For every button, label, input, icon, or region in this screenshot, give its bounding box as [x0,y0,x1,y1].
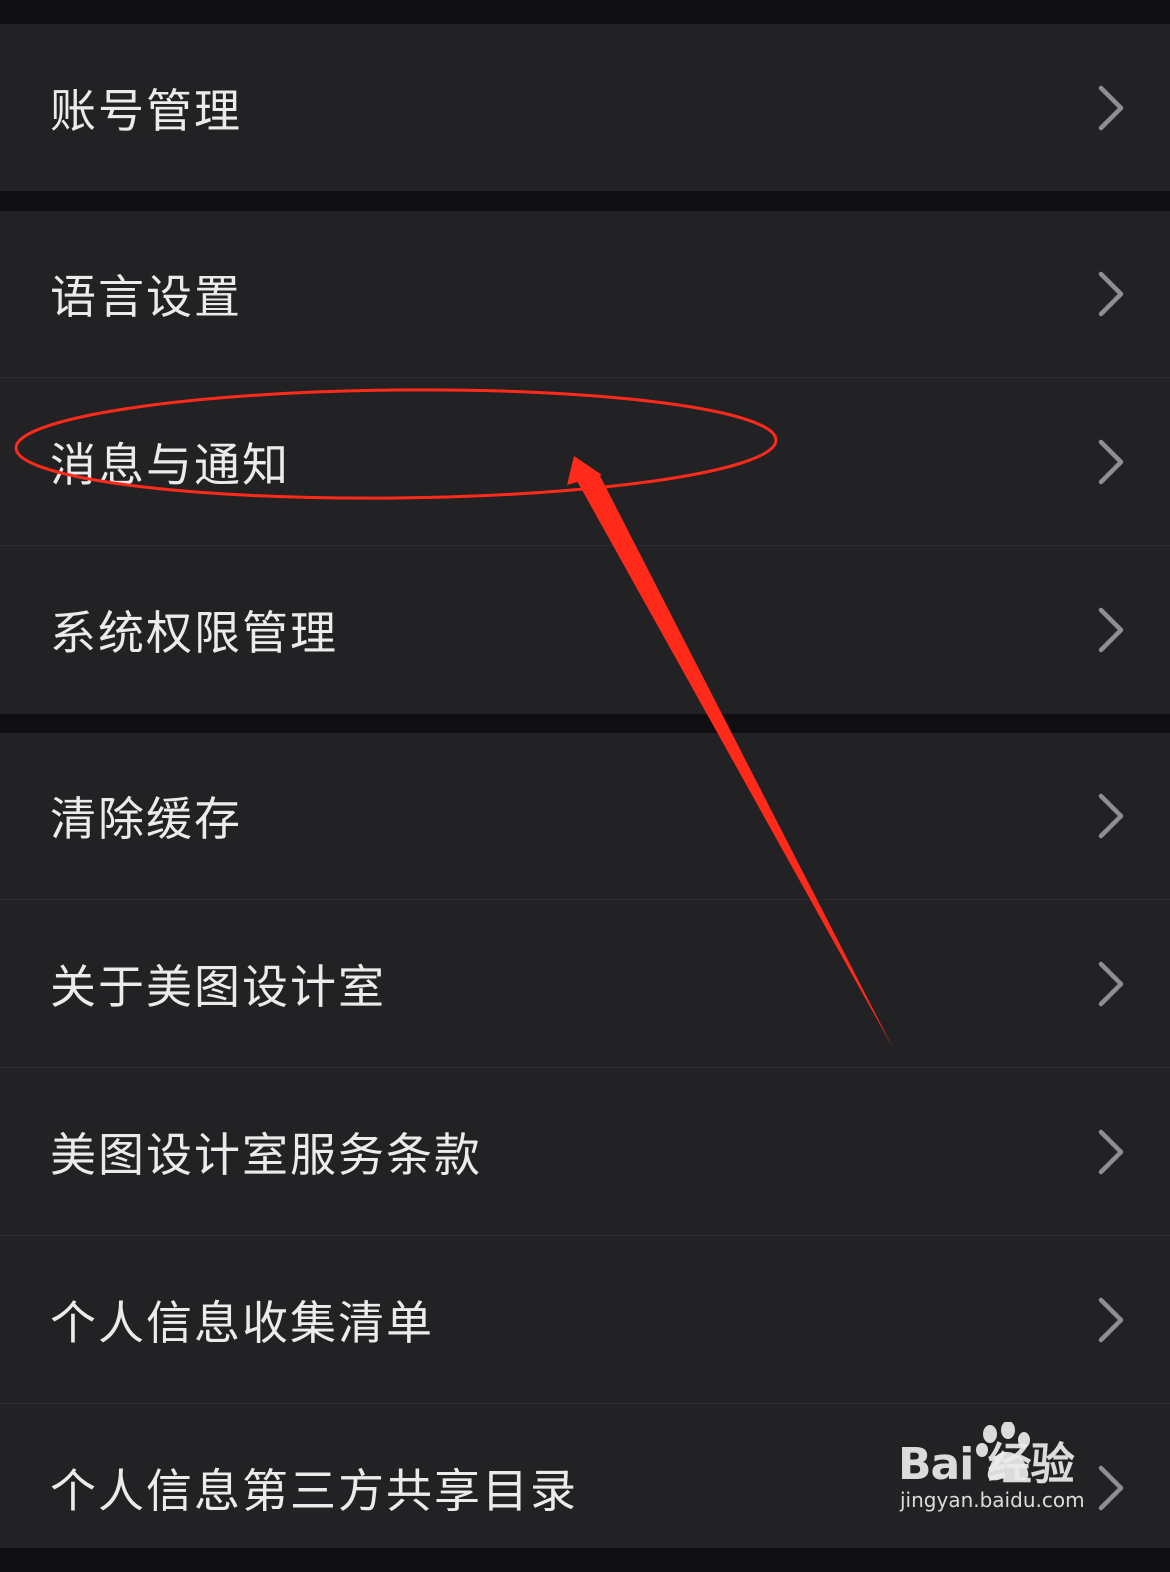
settings-item-account-management[interactable]: 账号管理 [0,24,1170,191]
chevron-right-icon [1098,793,1124,839]
settings-item-label: 个人信息第三方共享目录 [50,1464,578,1518]
settings-item-personal-info-list[interactable]: 个人信息收集清单 [0,1236,1170,1404]
settings-item-notifications[interactable]: 消息与通知 [0,378,1170,546]
settings-item-label: 消息与通知 [50,437,290,492]
settings-group-about: 清除缓存 关于美图设计室 美图设计室服务条款 个人信息收集清单 个人信息第三方共… [0,733,1170,1548]
settings-item-clear-cache[interactable]: 清除缓存 [0,733,1170,900]
settings-item-label: 个人信息收集清单 [50,1295,434,1350]
settings-item-terms-of-service[interactable]: 美图设计室服务条款 [0,1068,1170,1236]
settings-group-general: 语言设置 消息与通知 系统权限管理 [0,211,1170,714]
settings-item-third-party-sharing[interactable]: 个人信息第三方共享目录 [0,1404,1170,1572]
chevron-right-icon [1098,271,1124,317]
chevron-right-icon [1098,85,1124,130]
settings-page: 账号管理 语言设置 消息与通知 系统权限管理 清除缓存 关于美图设计室 美图设计… [0,0,1170,1548]
chevron-right-icon [1098,961,1124,1006]
chevron-right-icon [1098,1297,1124,1342]
settings-group-account: 账号管理 [0,24,1170,191]
chevron-right-icon [1098,1465,1124,1511]
settings-item-label: 语言设置 [50,270,242,324]
settings-item-system-permissions[interactable]: 系统权限管理 [0,546,1170,714]
settings-item-label: 关于美图设计室 [50,959,386,1014]
chevron-right-icon [1098,1129,1124,1174]
settings-item-about[interactable]: 关于美图设计室 [0,900,1170,1068]
settings-item-language[interactable]: 语言设置 [0,211,1170,378]
chevron-right-icon [1098,439,1124,484]
settings-item-label: 美图设计室服务条款 [50,1127,482,1182]
chevron-right-icon [1098,607,1124,653]
settings-item-label: 清除缓存 [50,792,242,846]
settings-item-label: 系统权限管理 [50,606,338,660]
settings-item-label: 账号管理 [50,83,242,138]
